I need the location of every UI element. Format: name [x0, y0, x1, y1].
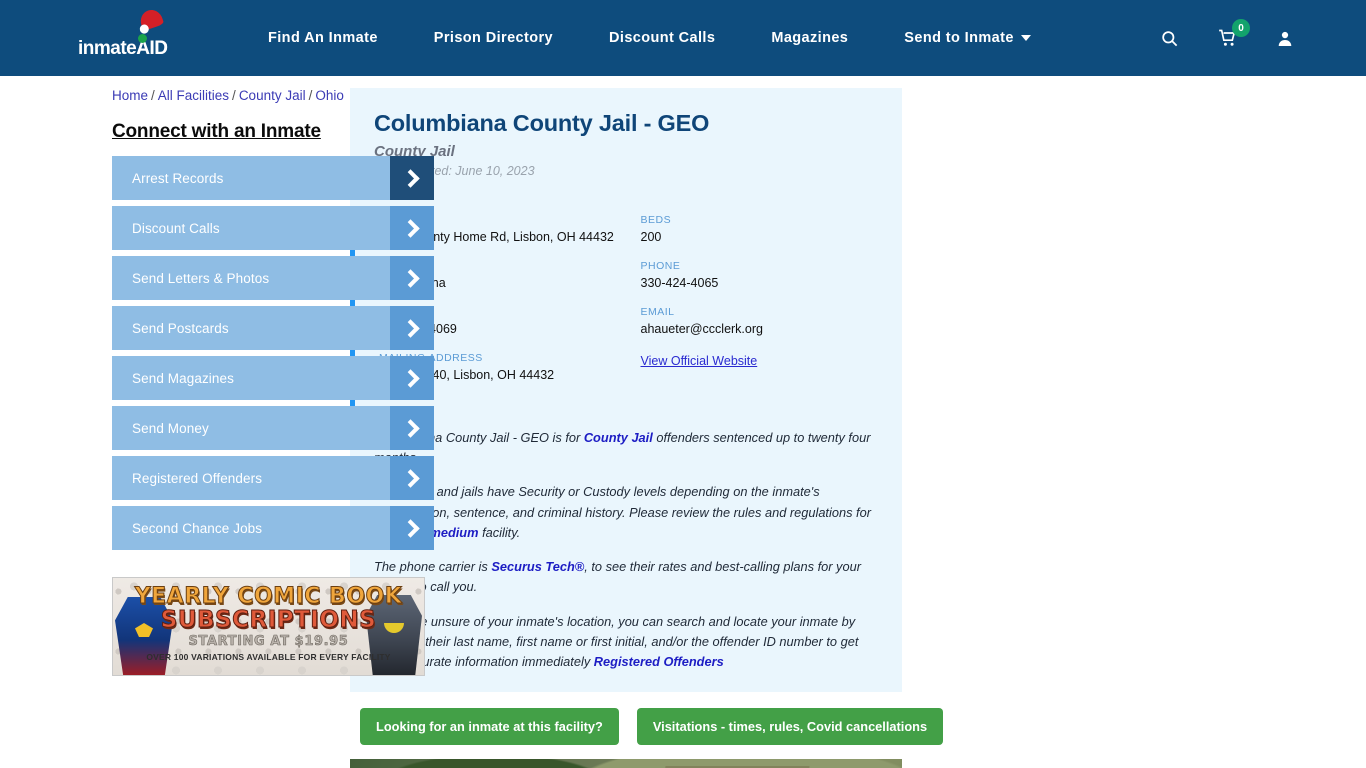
action-button-row: Looking for an inmate at this facility? … [350, 692, 944, 746]
find-inmate-button[interactable]: Looking for an inmate at this facility? [360, 708, 619, 746]
nav-send-to-inmate[interactable]: Send to Inmate [876, 30, 1059, 46]
nav-find-an-inmate[interactable]: Find An Inmate [240, 30, 406, 46]
desc-text: The phone carrier is [374, 559, 492, 575]
field-label: PHONE [640, 260, 681, 272]
nav-discount-calls[interactable]: Discount Calls [581, 30, 743, 46]
desc-link-county-jail[interactable]: County Jail [584, 430, 653, 445]
field-phone: PHONE 330-424-4065 [641, 260, 903, 290]
sidebar-item-registered-offenders[interactable]: Registered Offenders [112, 456, 434, 500]
breadcrumb-item-home[interactable]: Home [112, 88, 148, 103]
sidebar-item-label: Arrest Records [132, 170, 224, 186]
sidebar-item-label: Send Letters & Photos [132, 270, 270, 286]
field-official-website: View Official Website [641, 352, 903, 370]
user-icon[interactable] [1276, 29, 1294, 48]
chevron-right-icon [390, 456, 434, 500]
breadcrumb-separator: / [232, 88, 236, 103]
desc-text: All prisons and jails have Security or C… [374, 484, 871, 520]
sidebar-title: Connect with an Inmate [112, 121, 321, 142]
santa-hat-icon [137, 7, 165, 31]
cart-icon[interactable]: 0 [1217, 19, 1250, 48]
chevron-right-icon [390, 406, 434, 450]
nav-magazines[interactable]: Magazines [743, 30, 876, 46]
sidebar-item-label: Send Postcards [132, 320, 229, 336]
sidebar-item-label: Send Magazines [132, 370, 234, 386]
breadcrumb-item-all-facilities[interactable]: All Facilities [158, 88, 229, 103]
breadcrumb-separator: / [151, 88, 155, 103]
sidebar-item-label: Registered Offenders [132, 470, 263, 486]
facility-aerial-image [350, 759, 902, 768]
chevron-down-icon [1020, 35, 1031, 41]
field-value: 200 [640, 230, 662, 244]
breadcrumb-item-county-jail[interactable]: County Jail [239, 88, 306, 103]
nav-label: Prison Directory [433, 30, 554, 46]
sidebar-item-second-chance-jobs[interactable]: Second Chance Jobs [112, 506, 434, 550]
sidebar-item-label: Send Money [132, 420, 209, 436]
sidebar-item-send-postcards[interactable]: Send Postcards [112, 306, 434, 350]
aerial-terrain [350, 759, 902, 768]
description-paragraph-2: All prisons and jails have Security or C… [374, 482, 876, 543]
breadcrumb-separator: / [308, 88, 313, 103]
chevron-right-icon [390, 156, 434, 200]
comic-book-subscription-ad[interactable]: YEARLY COMIC BOOK SUBSCRIPTIONS STARTING… [112, 577, 425, 676]
description-paragraph-1: Columbiana County Jail - GEO is for Coun… [374, 428, 876, 468]
facility-info-right-column: BEDS 200 PHONE 330-424-4065 EMAIL ahauet… [641, 214, 903, 398]
logo-text-main: inmate [78, 38, 137, 59]
visitations-button[interactable]: Visitations - times, rules, Covid cancel… [636, 708, 944, 746]
sidebar-item-label: Second Chance Jobs [132, 520, 263, 536]
site-header: inmate AID Find An Inmate Prison Director… [0, 0, 1366, 76]
sidebar-item-send-letters-photos[interactable]: Send Letters & Photos [112, 256, 434, 300]
nav-label: Discount Calls [609, 30, 716, 46]
chevron-right-icon [390, 206, 434, 250]
desc-link-registered-offenders[interactable]: Registered Offenders [594, 654, 724, 669]
field-email: EMAIL ahaueter@ccclerk.org [641, 306, 903, 336]
chevron-right-icon [390, 306, 434, 350]
chevron-right-icon [390, 506, 434, 550]
field-label: EMAIL [640, 306, 675, 318]
nav-label: Find An Inmate [268, 30, 378, 46]
site-logo[interactable]: inmate AID [78, 7, 188, 59]
field-value: 330-424-4065 [640, 276, 719, 290]
facility-description: Columbiana County Jail - GEO is for Coun… [350, 410, 902, 692]
field-value: ahaueter@ccclerk.org [640, 322, 763, 336]
sidebar-item-send-money[interactable]: Send Money [112, 406, 434, 450]
official-website-link[interactable]: View Official Website [641, 354, 758, 368]
logo-dot-icon [138, 34, 147, 43]
sidebar-item-send-magazines[interactable]: Send Magazines [112, 356, 434, 400]
ad-headline: YEARLY COMIC BOOK [134, 584, 403, 610]
breadcrumb: Home / All Facilities / County Jail / Ohio [112, 88, 344, 105]
sidebar-item-label: Discount Calls [132, 220, 220, 236]
ad-price: STARTING AT $19.95 [188, 634, 349, 650]
desc-text: facility. [478, 524, 521, 540]
chevron-right-icon [390, 356, 434, 400]
description-paragraph-4: If you are unsure of your inmate's locat… [374, 612, 876, 673]
chevron-right-icon [390, 256, 434, 300]
main-content: Columbiana County Jail - GEO County Jail… [340, 76, 1366, 768]
left-sidebar: Home / All Facilities / County Jail / Ohio Con… [0, 76, 434, 768]
ad-footnote: OVER 100 VARIATIONS AVAILABLE FOR EVERY … [146, 652, 391, 662]
field-label: BEDS [640, 214, 672, 226]
desc-link-securus-tech[interactable]: Securus Tech® [491, 559, 584, 574]
page-title: Columbiana County Jail - GEO [374, 110, 710, 136]
description-paragraph-3: The phone carrier is Securus Tech®, to s… [374, 557, 876, 597]
sidebar-item-arrest-records[interactable]: Arrest Records [112, 156, 434, 200]
cart-count-badge: 0 [1232, 19, 1250, 37]
field-beds: BEDS 200 [641, 214, 903, 244]
header-icon-group: 0 [1160, 19, 1294, 48]
main-navigation: Find An Inmate Prison Directory Discount… [240, 30, 1059, 46]
ad-subhead: SUBSCRIPTIONS [160, 607, 377, 634]
page-body: Home / All Facilities / County Jail / Ohio Con… [0, 76, 1366, 768]
sidebar-item-discount-calls[interactable]: Discount Calls [112, 206, 434, 250]
search-icon[interactable] [1160, 29, 1179, 48]
nav-prison-directory[interactable]: Prison Directory [406, 30, 581, 46]
nav-label: Magazines [771, 30, 849, 46]
nav-label: Send to Inmate [904, 30, 1014, 46]
